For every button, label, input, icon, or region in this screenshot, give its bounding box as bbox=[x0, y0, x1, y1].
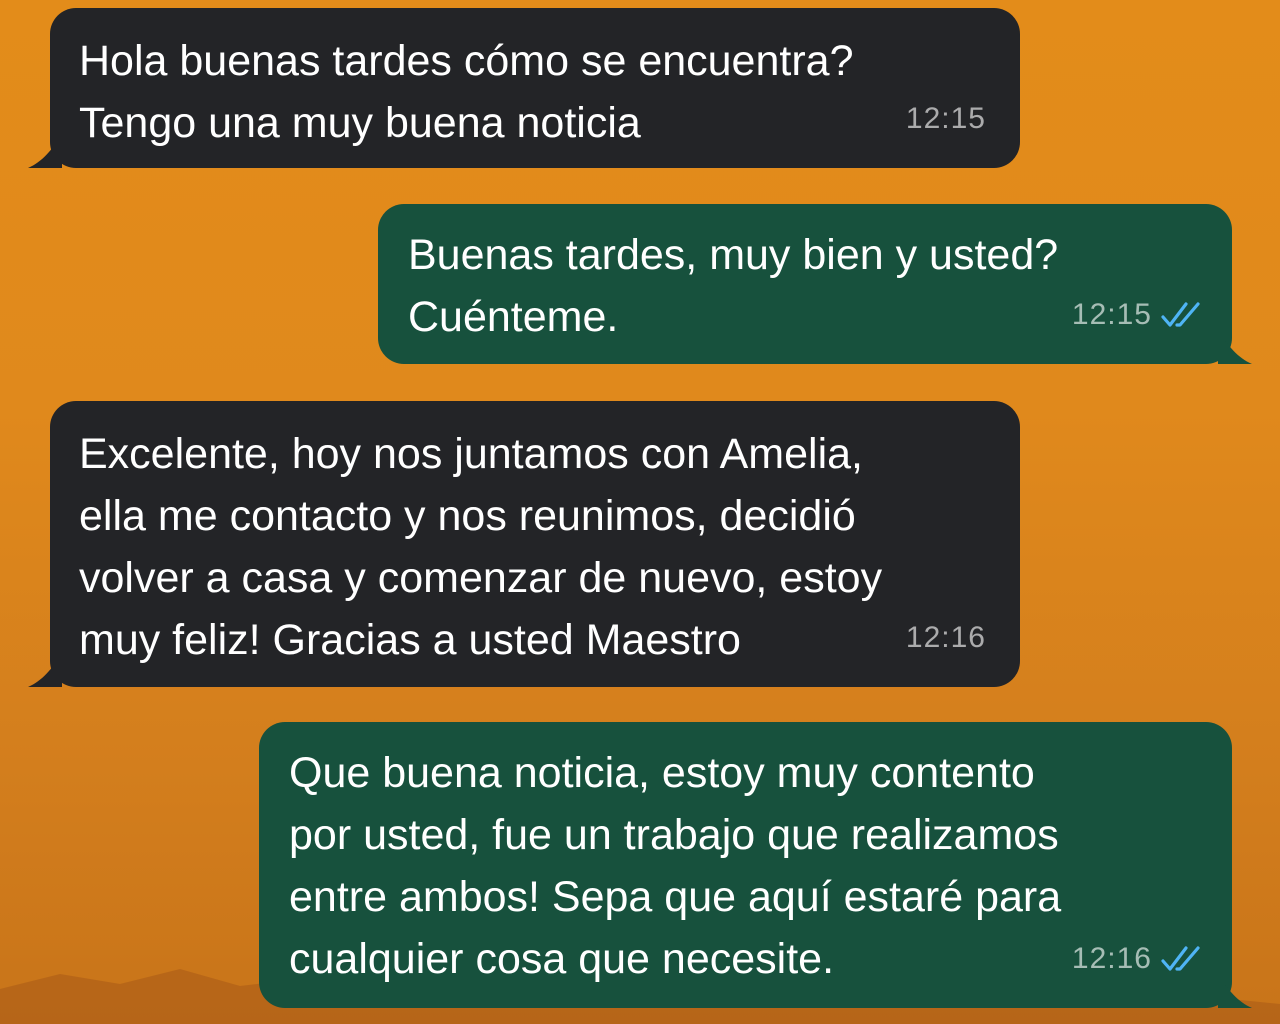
message-time: 12:15 bbox=[1071, 298, 1152, 331]
message-bubble-incoming[interactable]: Hola buenas tardes cómo se encuentra? Te… bbox=[28, 8, 1020, 168]
message-meta: 12:16 bbox=[906, 607, 986, 669]
message-bubble-outgoing[interactable]: Buenas tardes, muy bien y usted? Cuéntem… bbox=[378, 204, 1252, 364]
message-bubble-incoming[interactable]: Excelente, hoy nos juntamos con Amelia, … bbox=[28, 401, 1020, 687]
message-bubble-outgoing[interactable]: Que buena noticia, estoy muy contento po… bbox=[259, 722, 1252, 1008]
double-check-icon bbox=[1161, 302, 1200, 327]
message-time: 12:16 bbox=[905, 621, 986, 654]
message-text: Hola buenas tardes cómo se encuentra? Te… bbox=[79, 37, 854, 147]
bubble-tail bbox=[28, 653, 62, 687]
message-meta: 12:15 bbox=[906, 88, 986, 150]
double-check-icon bbox=[1161, 946, 1200, 971]
bubble-tail bbox=[28, 134, 62, 168]
message-text: Excelente, hoy nos juntamos con Amelia, … bbox=[79, 430, 883, 664]
message-meta: 12:16 bbox=[1072, 928, 1204, 990]
message-text: Que buena noticia, estoy muy contento po… bbox=[289, 749, 1062, 983]
message-time: 12:15 bbox=[905, 102, 986, 135]
message-time: 12:16 bbox=[1071, 942, 1152, 975]
bubble-tail bbox=[1218, 330, 1252, 364]
bubble-tail bbox=[1218, 974, 1252, 1008]
message-meta: 12:15 bbox=[1072, 284, 1204, 346]
